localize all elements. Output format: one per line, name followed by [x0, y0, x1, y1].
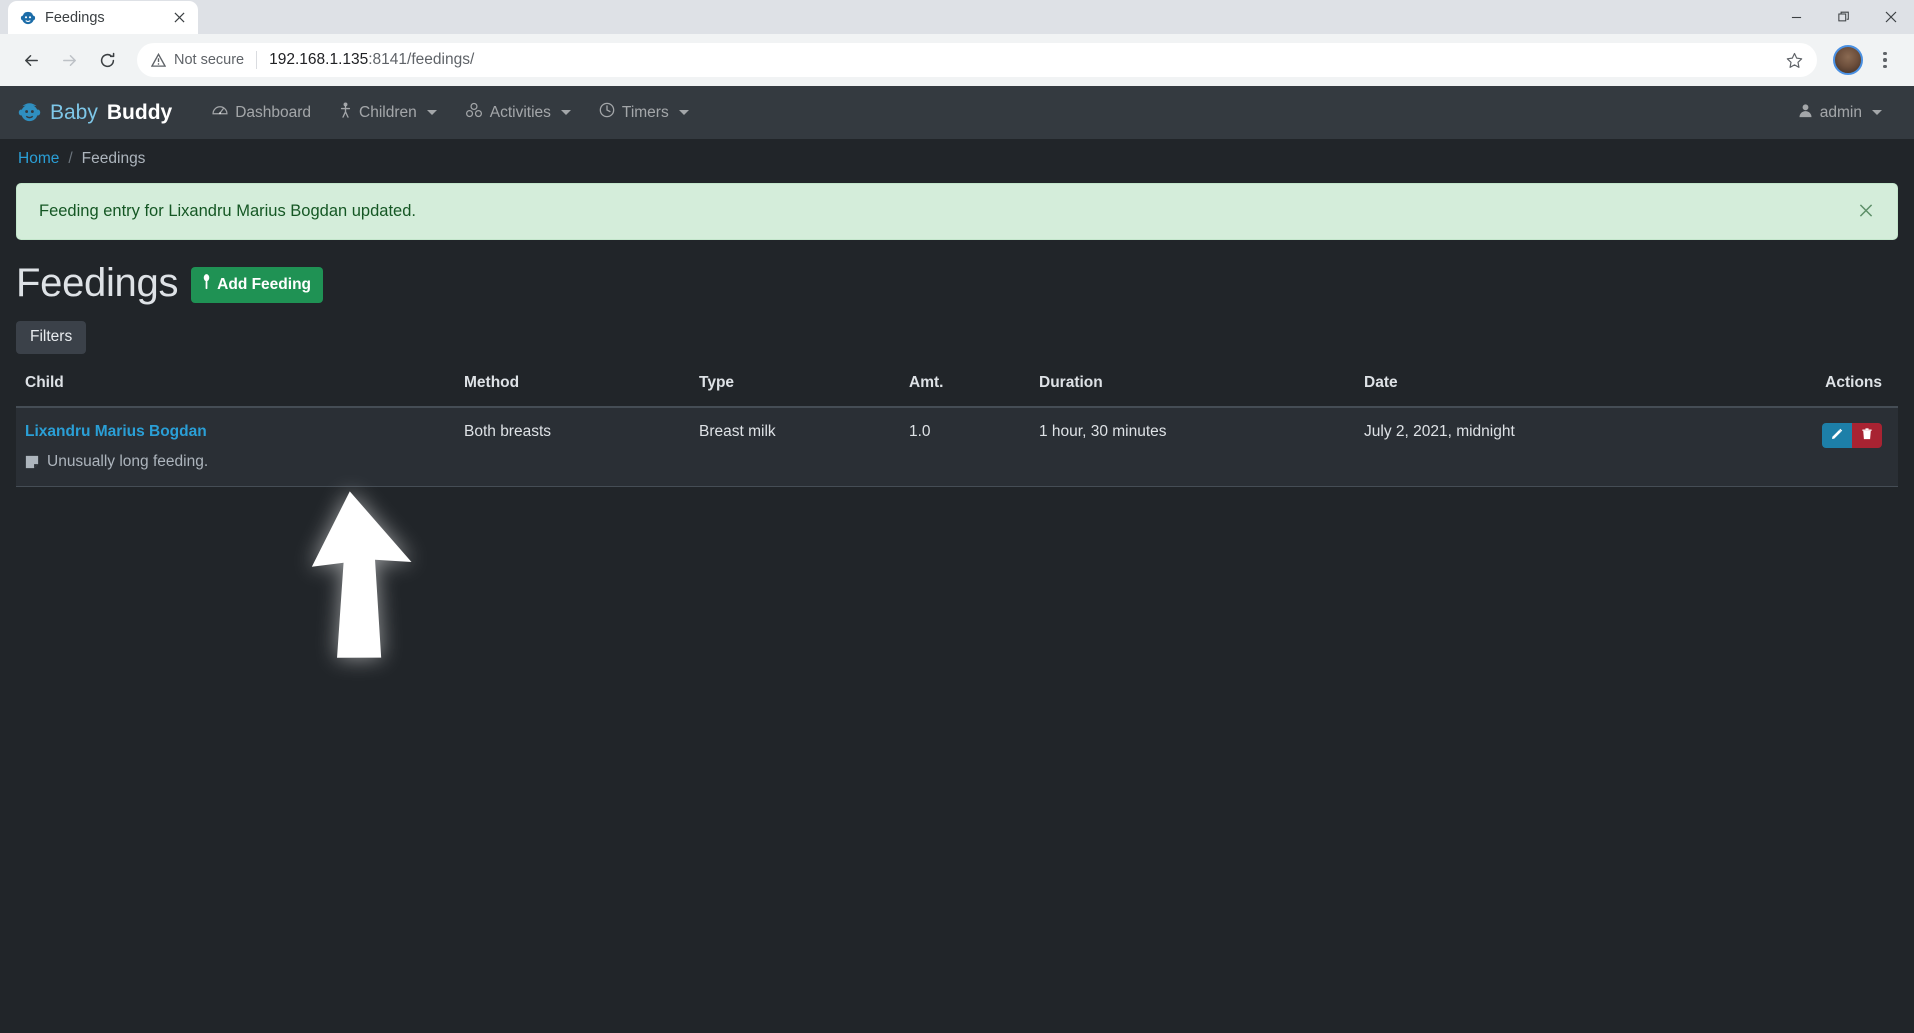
close-window-icon[interactable] [1867, 0, 1914, 34]
cell-actions [1746, 407, 1898, 487]
profile-avatar[interactable] [1833, 45, 1863, 75]
pencil-icon [1831, 428, 1843, 443]
browser-toolbar: Not secure 192.168.1.135:8141/feedings/ [0, 34, 1914, 86]
row-note-text: Unusually long feeding. [47, 453, 209, 470]
url-text: 192.168.1.135:8141/feedings/ [269, 51, 474, 69]
column-header-method[interactable]: Method [456, 374, 691, 408]
star-icon[interactable] [1786, 52, 1803, 69]
brand-text-buddy: Buddy [106, 100, 173, 124]
nav-label-activities: Activities [489, 103, 551, 121]
baby-buddy-app: Baby Buddy Dashboard Children Activities… [0, 86, 1914, 487]
breadcrumb-separator: / [68, 149, 73, 167]
browser-chrome: Feedings Not secure 192.168.1.135:8141/f… [0, 0, 1914, 86]
cell-amount: 1.0 [901, 407, 1031, 487]
security-label: Not secure [174, 52, 245, 68]
baby-face-favicon [20, 10, 36, 26]
cell-method: Both breasts [456, 407, 691, 487]
edit-button[interactable] [1822, 423, 1852, 448]
chevron-down-icon [678, 110, 689, 115]
add-feeding-label: Add Feeding [217, 275, 312, 293]
brand-text-baby: Baby [50, 100, 98, 124]
nav-label-timers: Timers [621, 103, 669, 121]
nav-item-children[interactable]: Children [325, 96, 451, 129]
url-path: :8141/feedings/ [368, 51, 475, 68]
clock-icon [599, 102, 615, 123]
omnibox-divider [256, 51, 258, 69]
column-header-actions: Actions [1746, 374, 1898, 408]
sticky-note-icon [25, 455, 39, 469]
warning-triangle-icon [151, 52, 166, 68]
chevron-down-icon [560, 110, 571, 115]
alert-close-icon[interactable] [1859, 202, 1873, 221]
baby-buddy-logo [18, 101, 41, 124]
spoon-icon [202, 274, 211, 295]
chevron-down-icon [426, 110, 437, 115]
nav-item-activities[interactable]: Activities [451, 96, 585, 129]
navbar-right: admin [1784, 97, 1896, 129]
reload-icon[interactable] [90, 43, 124, 77]
page-title-row: Feedings Add Feeding [16, 262, 1898, 303]
brand-logo-link[interactable]: Baby Buddy [18, 101, 172, 125]
breadcrumb: Home / Feedings [0, 139, 1914, 178]
tab-strip: Feedings [0, 0, 1914, 34]
child-link[interactable]: Lixandru Marius Bogdan [25, 423, 207, 440]
restore-window-icon[interactable] [1820, 0, 1867, 34]
nav-label-children: Children [359, 103, 417, 121]
add-feeding-button[interactable]: Add Feeding [191, 267, 324, 303]
browser-tab[interactable]: Feedings [8, 1, 198, 34]
forward-arrow-icon[interactable] [52, 43, 86, 77]
address-bar[interactable]: Not secure 192.168.1.135:8141/feedings/ [137, 43, 1817, 77]
navbar-links: Dashboard Children Activities Timers [198, 96, 703, 129]
back-arrow-icon[interactable] [14, 43, 48, 77]
nav-item-user-menu[interactable]: admin [1784, 97, 1896, 129]
delete-button[interactable] [1852, 423, 1882, 448]
column-header-date[interactable]: Date [1356, 374, 1746, 408]
tab-close-icon[interactable] [170, 9, 188, 27]
page-title: Feedings [16, 260, 179, 305]
nav-item-timers[interactable]: Timers [585, 96, 703, 129]
column-header-type[interactable]: Type [691, 374, 901, 408]
table-body: Lixandru Marius Bogdan Unusually long fe… [16, 407, 1898, 487]
mouse-pointer-arrow [286, 490, 436, 690]
column-header-duration[interactable]: Duration [1031, 374, 1356, 408]
child-icon [339, 102, 352, 123]
dashboard-icon [212, 102, 228, 123]
feedings-table: Child Method Type Amt. Duration Date Act… [16, 374, 1898, 487]
activities-icon [465, 102, 483, 123]
column-header-child[interactable]: Child [16, 374, 456, 408]
chevron-down-icon [1872, 110, 1882, 115]
cell-type: Breast milk [691, 407, 901, 487]
minimize-icon[interactable] [1773, 0, 1820, 34]
cell-child: Lixandru Marius Bogdan Unusually long fe… [16, 407, 456, 487]
nav-item-dashboard[interactable]: Dashboard [198, 96, 325, 129]
table-header: Child Method Type Amt. Duration Date Act… [16, 374, 1898, 408]
column-header-amount[interactable]: Amt. [901, 374, 1031, 408]
cell-date: July 2, 2021, midnight [1356, 407, 1746, 487]
app-navbar: Baby Buddy Dashboard Children Activities… [0, 86, 1914, 139]
table-header-row: Child Method Type Amt. Duration Date Act… [16, 374, 1898, 408]
cell-duration: 1 hour, 30 minutes [1031, 407, 1356, 487]
window-controls [1773, 0, 1914, 34]
trash-icon [1861, 428, 1873, 443]
breadcrumb-home-link[interactable]: Home [18, 150, 59, 168]
row-action-group [1822, 423, 1882, 448]
kebab-menu-icon[interactable] [1870, 43, 1900, 77]
nav-label-dashboard: Dashboard [235, 103, 312, 121]
breadcrumb-current: Feedings [81, 149, 146, 167]
url-host: 192.168.1.135 [269, 51, 369, 68]
nav-label-user: admin [1819, 103, 1862, 121]
success-alert: Feeding entry for Lixandru Marius Bogdan… [16, 183, 1898, 240]
row-note: Unusually long feeding. [25, 453, 448, 471]
tab-title: Feedings [45, 9, 105, 26]
user-icon [1798, 103, 1813, 123]
alert-message: Feeding entry for Lixandru Marius Bogdan… [39, 202, 416, 220]
table-row: Lixandru Marius Bogdan Unusually long fe… [16, 407, 1898, 487]
filters-button[interactable]: Filters [16, 321, 87, 354]
page-body: Feedings Add Feeding Filters Child Metho… [0, 262, 1914, 487]
